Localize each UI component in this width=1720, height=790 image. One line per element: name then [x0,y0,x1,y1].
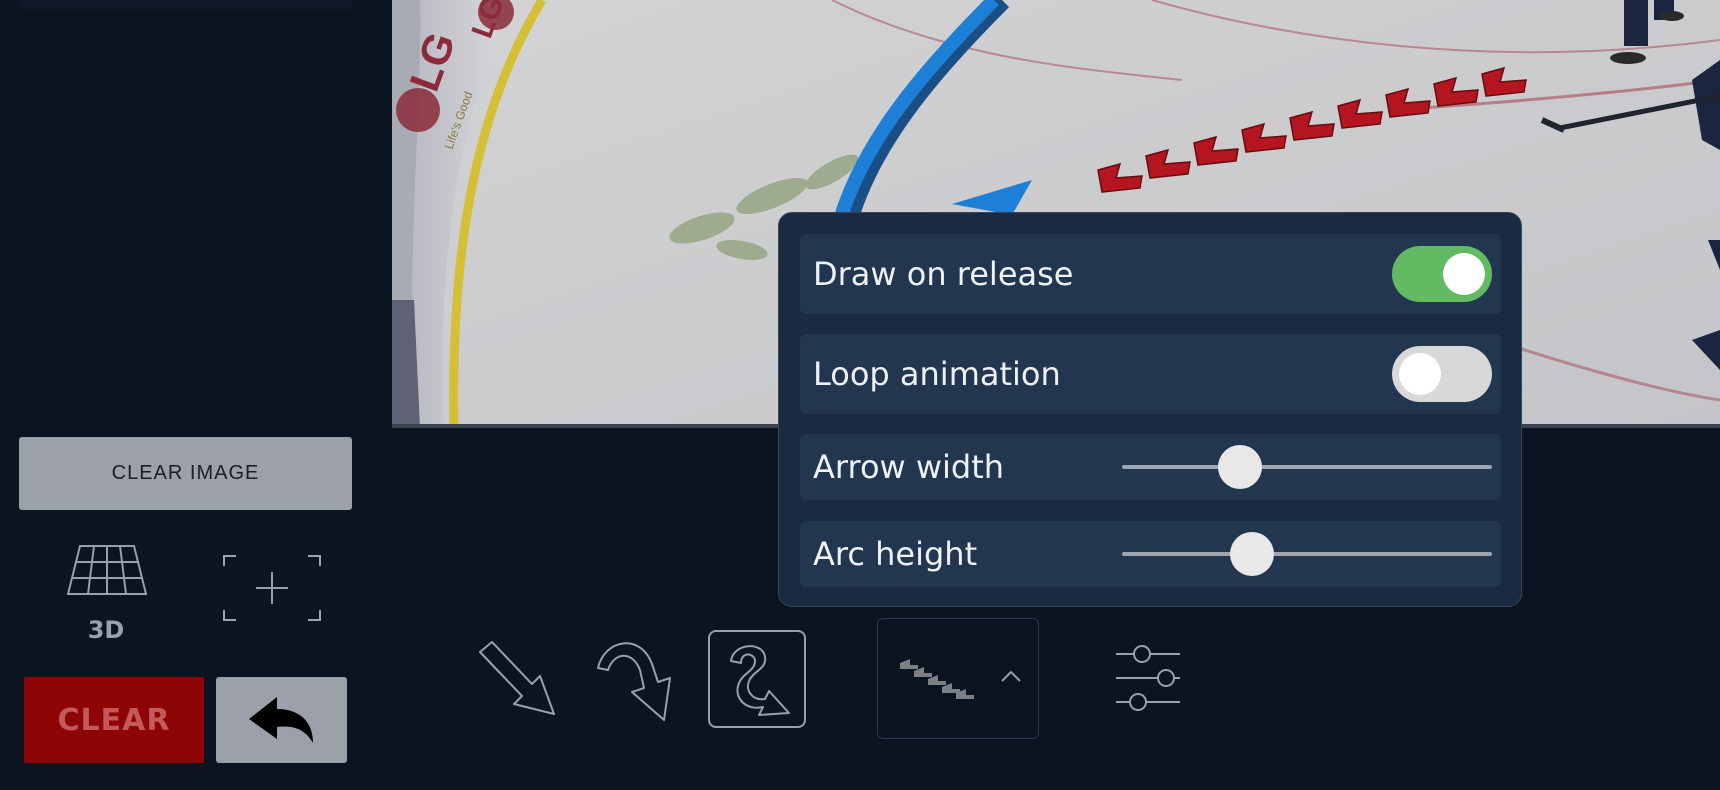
straight-arrow-icon [479,641,555,715]
slider-track [1122,552,1492,556]
curved-arrow-icon [597,642,671,721]
view-3d-label: 3D [87,616,125,644]
draw-on-release-label: Draw on release [813,255,1074,293]
straight-arrow-tool[interactable] [478,640,558,718]
view-3d-button[interactable]: 3D [60,540,152,650]
fit-view-button[interactable] [220,552,324,624]
crosshair-frame-icon [223,555,321,621]
loop-animation-toggle[interactable] [1392,346,1492,402]
sliders-icon [1116,645,1180,711]
settings-sliders-button[interactable] [1112,642,1184,714]
squiggle-arrow-tool[interactable] [708,630,806,728]
perspective-grid-icon [66,545,148,595]
setting-arc-height: Arc height [800,521,1501,587]
curved-arrow-tool[interactable] [596,636,680,722]
slider-thumb[interactable] [1218,445,1263,489]
undo-button[interactable] [216,677,347,763]
arc-height-slider[interactable] [1122,532,1492,576]
loop-animation-label: Loop animation [813,355,1061,393]
slider-track [1122,465,1492,469]
toggle-knob [1443,253,1485,295]
arrow-width-label: Arrow width [813,448,1005,486]
chevron-up-icon [1001,670,1021,682]
steps-trail-icon [900,659,974,699]
arc-height-label: Arc height [813,535,978,573]
toggle-knob [1399,353,1441,395]
slider-thumb[interactable] [1229,532,1274,576]
setting-draw-on-release: Draw on release [800,234,1501,314]
arrow-width-slider[interactable] [1122,445,1492,489]
arrow-style-picker[interactable] [877,618,1039,739]
arrow-settings-popover: Draw on release Loop animation Arrow wid… [778,212,1522,607]
undo-arrow-icon [248,697,313,743]
draw-on-release-toggle[interactable] [1392,246,1492,302]
setting-arrow-width: Arrow width [800,434,1501,500]
top-left-strip [18,0,352,10]
setting-loop-animation: Loop animation [800,334,1501,414]
clear-image-button[interactable]: CLEAR IMAGE [19,437,352,510]
clear-label: CLEAR [57,702,171,738]
clear-image-label: CLEAR IMAGE [111,462,260,484]
clear-button[interactable]: CLEAR [24,677,204,763]
squiggle-arrow-icon [730,645,790,716]
